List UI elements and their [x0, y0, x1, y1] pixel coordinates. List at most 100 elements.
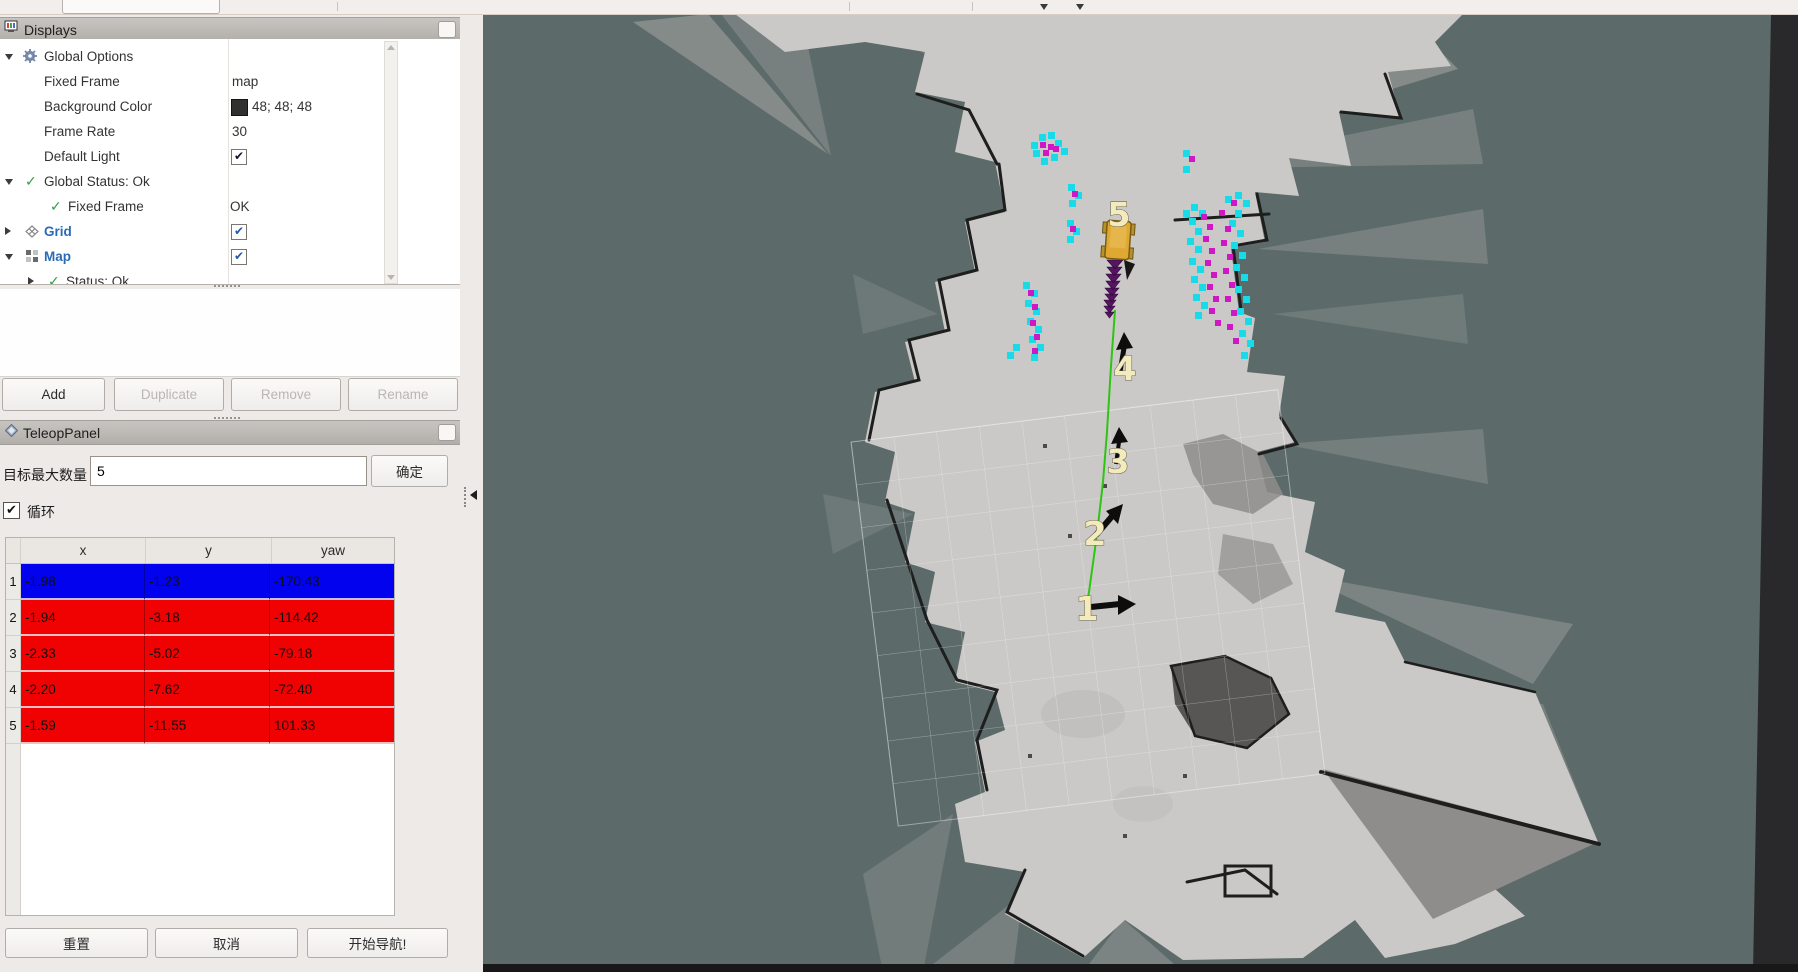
max-goal-input[interactable] [90, 456, 367, 486]
cell-x[interactable]: -2.20 [21, 672, 145, 708]
splitter-grip[interactable] [464, 487, 467, 507]
table-row[interactable]: 4 -2.20 -7.62 -72.40 [6, 672, 394, 708]
cell-yaw[interactable]: 101.33 [270, 708, 394, 744]
waypoint-table[interactable]: x y yaw 1 -1.98 -1.23 -170.43 2 -1.94 -3… [5, 537, 395, 916]
duplicate-display-button[interactable]: Duplicate [114, 378, 224, 411]
map-enabled-checkbox[interactable]: ✔ [231, 249, 247, 265]
tree-scrollbar[interactable] [384, 41, 398, 284]
fixed-frame-value[interactable]: map [232, 74, 258, 89]
tree-label: Default Light [44, 149, 120, 164]
add-display-button[interactable]: Add [2, 378, 105, 411]
waypoint-label-1: 1 [1076, 589, 1099, 628]
toolbar-separator [849, 2, 850, 11]
panel-splitter-handle[interactable] [214, 285, 240, 287]
waypoint-table-header: x y yaw [6, 538, 394, 564]
panel-view-splitter[interactable] [460, 14, 483, 972]
tree-label: Fixed Frame [44, 74, 120, 89]
cell-x[interactable]: -1.59 [21, 708, 145, 744]
row-number[interactable]: 3 [6, 636, 21, 672]
loop-checkbox[interactable]: ✔ [3, 502, 20, 519]
waypoint-label-5: 5 [1108, 195, 1131, 234]
cell-x[interactable]: -2.33 [21, 636, 145, 672]
confirm-button[interactable]: 确定 [371, 455, 448, 487]
x-column-header[interactable]: x [21, 538, 146, 563]
cell-y[interactable]: -7.62 [145, 672, 270, 708]
property-detail-area [0, 289, 460, 377]
cell-yaw[interactable]: -170.43 [270, 564, 394, 600]
displays-icon [4, 20, 19, 39]
scroll-up-icon[interactable] [387, 45, 395, 50]
collapse-icon[interactable] [5, 54, 13, 60]
displays-tree[interactable]: Global Options Fixed Frame map Backgroun… [0, 39, 460, 285]
grid-enabled-checkbox[interactable]: ✔ [231, 224, 247, 240]
cell-y[interactable]: -1.23 [145, 564, 270, 600]
collapse-panel-icon[interactable] [470, 490, 477, 500]
toolbar-tool-button[interactable] [62, 0, 220, 14]
cell-yaw[interactable]: -72.40 [270, 672, 394, 708]
cell-y[interactable]: -3.18 [145, 600, 270, 636]
teleop-panel-icon [5, 424, 18, 442]
displays-float-button[interactable] [438, 21, 456, 38]
toolbar-dropdown-icon[interactable] [1076, 4, 1084, 10]
toolbar-separator [972, 2, 973, 11]
status-ok-icon: ✓ [48, 273, 60, 285]
tree-label: Grid [44, 224, 72, 239]
max-goal-label: 目标最大数量 [3, 465, 87, 485]
rename-display-button[interactable]: Rename [348, 378, 458, 411]
teleop-float-button[interactable] [438, 424, 456, 441]
waypoint-label-2: 2 [1084, 514, 1107, 553]
tree-label: Global Status: Ok [44, 174, 150, 189]
status-ok-icon: ✓ [25, 173, 37, 190]
cell-x[interactable]: -1.98 [21, 564, 145, 600]
y-column-header[interactable]: y [146, 538, 272, 563]
grid-display-icon [25, 225, 39, 243]
panel-splitter-handle[interactable] [214, 417, 240, 419]
background-color-value[interactable]: 48; 48; 48 [252, 99, 312, 114]
collapse-icon[interactable] [5, 254, 13, 260]
tree-label: Background Color [44, 99, 152, 114]
row-number-header [6, 538, 21, 563]
tree-label: Fixed Frame [68, 199, 144, 214]
scroll-down-icon[interactable] [387, 275, 395, 280]
table-empty-area [6, 744, 394, 915]
cell-x[interactable]: -1.94 [21, 600, 145, 636]
toolbar [0, 0, 1798, 15]
map-scene: 1 2 3 4 5 [483, 14, 1798, 972]
teleop-panel-title: TeleopPanel [23, 425, 100, 441]
teleop-panel-header[interactable]: TeleopPanel [0, 420, 460, 445]
status-ok-icon: ✓ [50, 198, 62, 215]
row-number[interactable]: 2 [6, 600, 21, 636]
toolbar-dropdown-icon[interactable] [1040, 4, 1048, 10]
remove-display-button[interactable]: Remove [231, 378, 341, 411]
reset-button[interactable]: 重置 [5, 928, 148, 958]
row-number[interactable]: 4 [6, 672, 21, 708]
start-navigation-button[interactable]: 开始导航! [307, 928, 448, 958]
row-number[interactable]: 5 [6, 708, 21, 744]
tree-label: Frame Rate [44, 124, 115, 139]
map-display-icon [25, 249, 39, 268]
gear-icon [23, 49, 37, 68]
cancel-button[interactable]: 取消 [155, 928, 298, 958]
color-swatch[interactable] [231, 99, 248, 116]
cell-yaw[interactable]: -79.18 [270, 636, 394, 672]
yaw-column-header[interactable]: yaw [272, 538, 394, 563]
default-light-checkbox[interactable]: ✔ [231, 149, 247, 165]
waypoint-label-4: 4 [1114, 349, 1137, 388]
table-row[interactable]: 5 -1.59 -11.55 101.33 [6, 708, 394, 744]
cell-y[interactable]: -11.55 [145, 708, 270, 744]
cell-y[interactable]: -5.02 [145, 636, 270, 672]
tree-label: Status: Ok [66, 274, 129, 285]
expand-icon[interactable] [28, 277, 34, 285]
table-row[interactable]: 1 -1.98 -1.23 -170.43 [6, 564, 394, 600]
cell-yaw[interactable]: -114.42 [270, 600, 394, 636]
render-viewport[interactable]: 1 2 3 4 5 [483, 14, 1798, 972]
collapse-icon[interactable] [5, 179, 13, 185]
frame-rate-value[interactable]: 30 [232, 124, 247, 139]
row-number[interactable]: 1 [6, 564, 21, 600]
expand-icon[interactable] [5, 227, 11, 235]
table-row[interactable]: 3 -2.33 -5.02 -79.18 [6, 636, 394, 672]
fixed-frame-status-value: OK [230, 199, 250, 214]
tree-label: Global Options [44, 49, 133, 64]
tree-label: Map [44, 249, 71, 264]
table-row[interactable]: 2 -1.94 -3.18 -114.42 [6, 600, 394, 636]
